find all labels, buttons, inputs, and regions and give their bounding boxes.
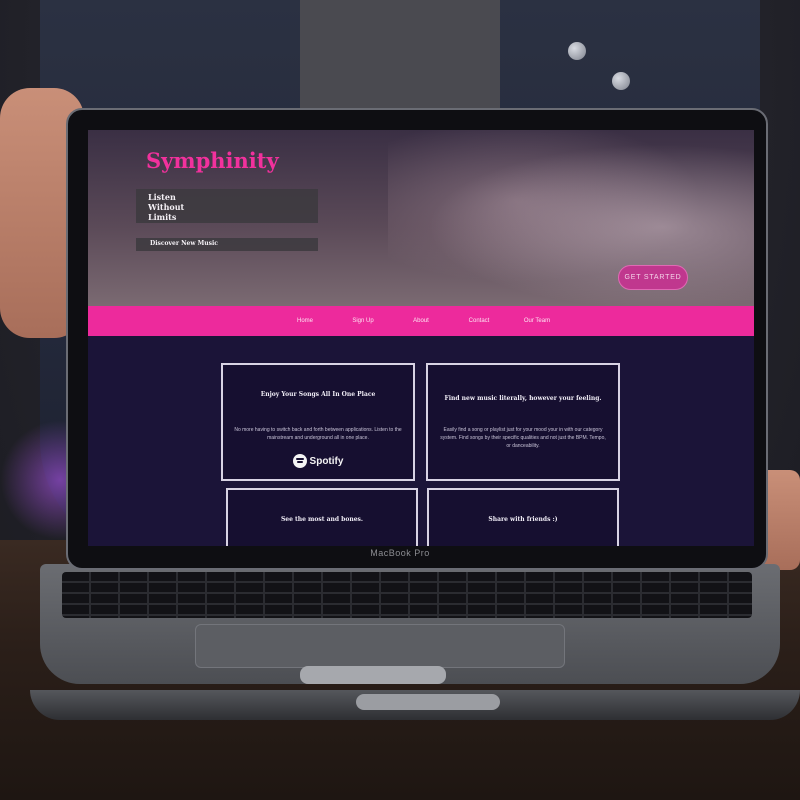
site-logo[interactable]: Symphinity	[146, 148, 279, 173]
nav-our-team[interactable]: Our Team	[508, 318, 566, 324]
features-section: Enjoy Your Songs All In One Place No mor…	[88, 336, 754, 546]
spotify-icon	[292, 454, 307, 468]
nav-contact[interactable]: Contact	[450, 318, 508, 324]
second-laptop-notch	[356, 694, 500, 710]
feature-card-all-in-one: Enjoy Your Songs All In One Place No mor…	[221, 363, 415, 481]
feature-card-share: Share with friends :)	[427, 488, 619, 546]
jacket-button	[612, 72, 630, 90]
laptop-notch	[300, 666, 446, 684]
get-started-button[interactable]: GET STARTED	[618, 265, 688, 290]
card-title: Enjoy Your Songs All In One Place	[260, 391, 376, 398]
hero-tagline: Listen Without Limits	[148, 192, 185, 222]
nav-sign-up[interactable]: Sign Up	[334, 318, 392, 324]
feature-card-see-more: See the most and bones.	[226, 488, 418, 546]
laptop-screen: Symphinity Listen Without Limits Discove…	[88, 130, 754, 546]
nav-home[interactable]: Home	[276, 318, 334, 324]
feature-card-find-music: Find new music literally, however your f…	[426, 363, 620, 481]
spotify-logo: Spotify	[223, 454, 413, 468]
nav-about[interactable]: About	[392, 318, 450, 324]
hero-subtitle: Discover New Music	[150, 240, 218, 247]
card-title: Find new music literally, however your f…	[444, 395, 602, 402]
main-nav: Home Sign Up About Contact Our Team	[88, 306, 754, 336]
hero-photo	[388, 130, 754, 306]
laptop-model-label: MacBook Pro	[370, 548, 430, 558]
laptop-keyboard	[62, 572, 752, 618]
card-text: Easily find a song or playlist just for …	[440, 427, 606, 449]
card-text: No more having to switch back and forth …	[234, 427, 402, 441]
spotify-wordmark: Spotify	[309, 455, 344, 467]
card-title: Share with friends :)	[488, 516, 558, 523]
jacket-button	[568, 42, 586, 60]
person-shirt	[300, 0, 500, 110]
laptop-trackpad	[195, 624, 565, 668]
card-title: See the most and bones.	[280, 516, 364, 523]
